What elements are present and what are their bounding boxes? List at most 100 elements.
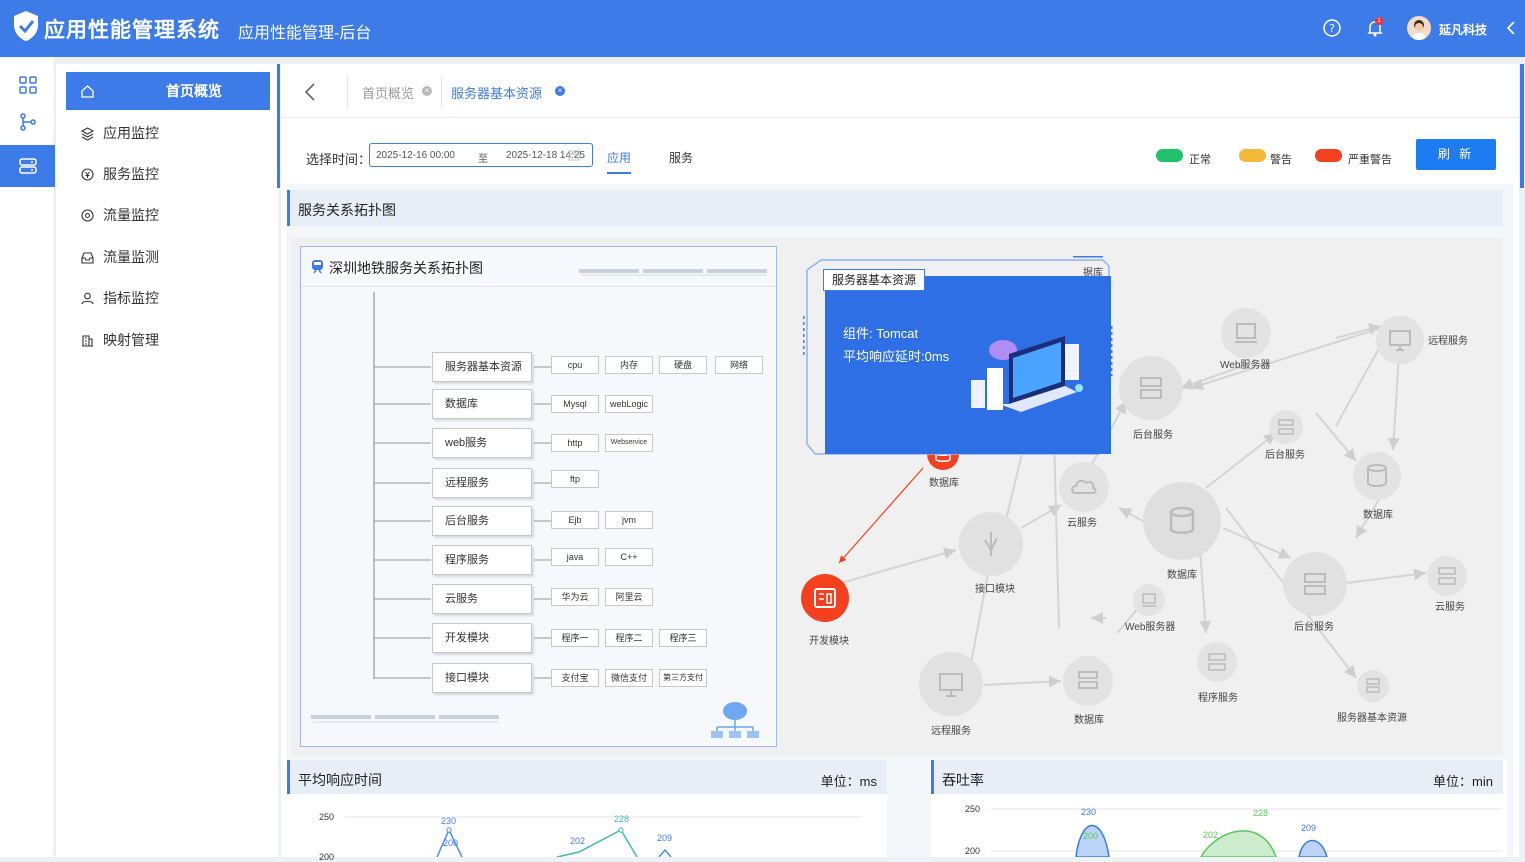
menu-item-metric-monitor[interactable]: 指标监控 xyxy=(66,279,270,317)
backend-node[interactable] xyxy=(1283,552,1347,616)
tree-node[interactable]: 服务器基本资源 xyxy=(432,352,532,382)
side-menu: 首页概览 应用监控 服务监控 流量监控 流量监测 指标监控 映射管理 xyxy=(56,64,278,857)
web-server-node[interactable] xyxy=(1221,308,1271,358)
backend-node[interactable] xyxy=(1119,356,1183,420)
tree-leaf[interactable]: 支付宝 xyxy=(551,669,599,687)
tree-node[interactable]: 后台服务 xyxy=(432,506,532,536)
rail-server[interactable] xyxy=(0,145,55,187)
server-resource-node[interactable] xyxy=(1357,670,1389,702)
program-service-node[interactable] xyxy=(1197,642,1237,682)
page-scrollbar[interactable] xyxy=(1520,64,1524,188)
main-panel: 首页概览 × 服务器基本资源 × 选择时间： 2025-12-16 00:00 … xyxy=(281,64,1519,862)
dev-module-node-critical[interactable] xyxy=(801,574,849,622)
tree-leaf[interactable]: http xyxy=(551,434,599,452)
menu-item-flow-detect[interactable]: 流量监测 xyxy=(66,238,270,276)
date-range-input[interactable]: 2025-12-16 00:00 至 2025-12-18 14:25 xyxy=(369,143,593,167)
user-name[interactable]: 延凡科技 xyxy=(1439,21,1487,38)
tree-node[interactable]: 接口模块 xyxy=(432,663,532,693)
tree-leaf[interactable]: cpu xyxy=(551,356,599,374)
tab-home[interactable]: 首页概览 xyxy=(362,83,414,102)
legend-normal-swatch xyxy=(1156,149,1183,162)
legend-normal: 正常 xyxy=(1189,154,1211,166)
tab-close-icon[interactable]: × xyxy=(422,86,432,96)
rail-dashboard[interactable] xyxy=(0,64,55,106)
popup-body: 组件: Tomcat 平均响应延时:0ms xyxy=(825,276,1111,454)
back-chevron-icon[interactable] xyxy=(303,82,317,102)
tree-leaf[interactable]: Mysql xyxy=(551,395,599,413)
menu-item-home[interactable]: 首页概览 xyxy=(66,72,270,110)
data-label: 230 xyxy=(441,816,457,826)
throughput-chart: 吞吐率 单位：min 250 200 230 200 202 228 209 xyxy=(931,760,1507,857)
tab-service[interactable]: 服务 xyxy=(669,149,693,166)
database-node-large[interactable] xyxy=(1143,482,1221,560)
tree-leaf[interactable]: java xyxy=(551,548,599,566)
database-node-medium[interactable] xyxy=(1063,656,1113,706)
tree-leaf[interactable]: 硬盘 xyxy=(659,356,707,374)
tree-leaf[interactable]: 网络 xyxy=(715,356,763,374)
rail-branch[interactable] xyxy=(0,101,55,143)
help-icon[interactable]: ? xyxy=(1322,18,1342,38)
tree-leaf[interactable]: 第三方支付 xyxy=(659,669,707,687)
tree-leaf[interactable]: 程序一 xyxy=(551,629,599,647)
tree-leaf[interactable]: Webservice xyxy=(605,434,653,452)
tree-leaf[interactable]: webLogic xyxy=(605,395,653,413)
tree-node[interactable]: 远程服务 xyxy=(432,468,532,498)
tab-server-resources[interactable]: 服务器基本资源 xyxy=(451,83,542,102)
node-label: 数据库 xyxy=(929,478,959,489)
database-node[interactable] xyxy=(1353,452,1401,500)
calendar-icon[interactable] xyxy=(568,149,580,161)
tree-node[interactable]: web服务 xyxy=(432,428,532,458)
menu-item-flow-monitor[interactable]: 流量监控 xyxy=(66,196,270,234)
user-icon xyxy=(81,292,94,304)
tree-node[interactable]: 开发模块 xyxy=(432,623,532,653)
section-title: 服务关系拓扑图 xyxy=(298,202,396,218)
node-label: 远程服务 xyxy=(931,726,971,737)
tree-leaf[interactable]: 华为云 xyxy=(551,588,599,606)
remote-service-node[interactable] xyxy=(1376,316,1424,364)
menu-item-label: 流量监测 xyxy=(103,249,159,265)
remote-service-node-large[interactable] xyxy=(919,652,983,716)
tab-close-icon[interactable]: × xyxy=(555,86,565,96)
tree-node[interactable]: 程序服务 xyxy=(432,545,532,575)
cloud-server-node[interactable] xyxy=(1427,556,1467,596)
api-module-node[interactable] xyxy=(959,512,1023,576)
menu-scroll-indicator[interactable] xyxy=(277,64,280,188)
tree-leaf[interactable]: 阿里云 xyxy=(605,588,653,606)
web-server-node-small[interactable] xyxy=(1133,584,1165,616)
node-label: Web服务器 xyxy=(1125,622,1176,633)
tree-leaf[interactable]: C++ xyxy=(605,548,653,566)
start-date[interactable]: 2025-12-16 00:00 xyxy=(376,150,455,161)
node-label: 后台服务 xyxy=(1294,622,1334,633)
menu-item-service-monitor[interactable]: 服务监控 xyxy=(66,155,270,193)
tree-leaf[interactable]: 内存 xyxy=(605,356,653,374)
menu-item-label: 首页概览 xyxy=(166,83,222,99)
response-time-chart: 平均响应时间 单位：ms 250 200 230 200 202 228 209 xyxy=(287,760,887,862)
tree-leaf[interactable]: 微信支付 xyxy=(605,669,653,687)
tree-leaf[interactable]: ftp xyxy=(551,470,599,488)
data-label: 202 xyxy=(1203,830,1219,840)
menu-item-label: 流量监控 xyxy=(103,207,159,223)
inbox-icon xyxy=(81,251,94,264)
node-label: 接口模块 xyxy=(975,584,1015,595)
building-icon xyxy=(82,334,93,347)
tree-card: 深圳地铁服务关系拓扑图 服务器基本资源 cpu 内存 硬盘 网络 数据库 Mys… xyxy=(300,246,777,747)
tree-leaf[interactable]: Ejb xyxy=(551,511,599,529)
collapse-chevron-icon[interactable] xyxy=(1502,18,1522,38)
tree-leaf[interactable]: jvm xyxy=(605,511,653,529)
tree-leaf[interactable]: 程序二 xyxy=(605,629,653,647)
node-label: 云服务 xyxy=(1435,602,1465,613)
menu-item-app-monitor[interactable]: 应用监控 xyxy=(66,114,270,152)
backend-node-small[interactable] xyxy=(1269,410,1303,444)
cloud-node[interactable] xyxy=(1059,462,1109,512)
data-label: 228 xyxy=(1253,808,1269,818)
data-label: 200 xyxy=(443,838,459,848)
branch-icon xyxy=(19,113,36,131)
avatar[interactable] xyxy=(1407,16,1431,40)
menu-item-mapping[interactable]: 映射管理 xyxy=(66,321,270,359)
tree-node[interactable]: 数据库 xyxy=(432,389,532,419)
tree-node[interactable]: 云服务 xyxy=(432,584,532,614)
node-label: 开发模块 xyxy=(809,636,849,647)
tree-leaf[interactable]: 程序三 xyxy=(659,629,707,647)
tab-app[interactable]: 应用 xyxy=(607,149,632,174)
refresh-button[interactable]: 刷 新 xyxy=(1416,139,1496,170)
